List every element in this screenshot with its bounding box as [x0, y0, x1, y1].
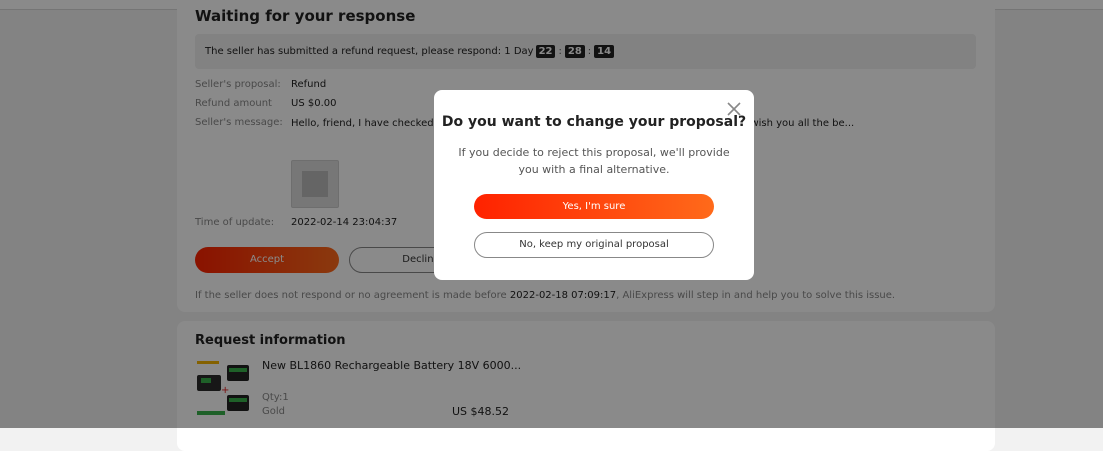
keep-original-button[interactable]: No, keep my original proposal	[474, 232, 714, 258]
dialog-body: If you decide to reject this proposal, w…	[458, 146, 730, 176]
dialog-title: Do you want to change your proposal?	[441, 114, 747, 130]
confirm-yes-button[interactable]: Yes, I'm sure	[474, 194, 714, 219]
change-proposal-dialog: Do you want to change your proposal? If …	[434, 90, 754, 280]
